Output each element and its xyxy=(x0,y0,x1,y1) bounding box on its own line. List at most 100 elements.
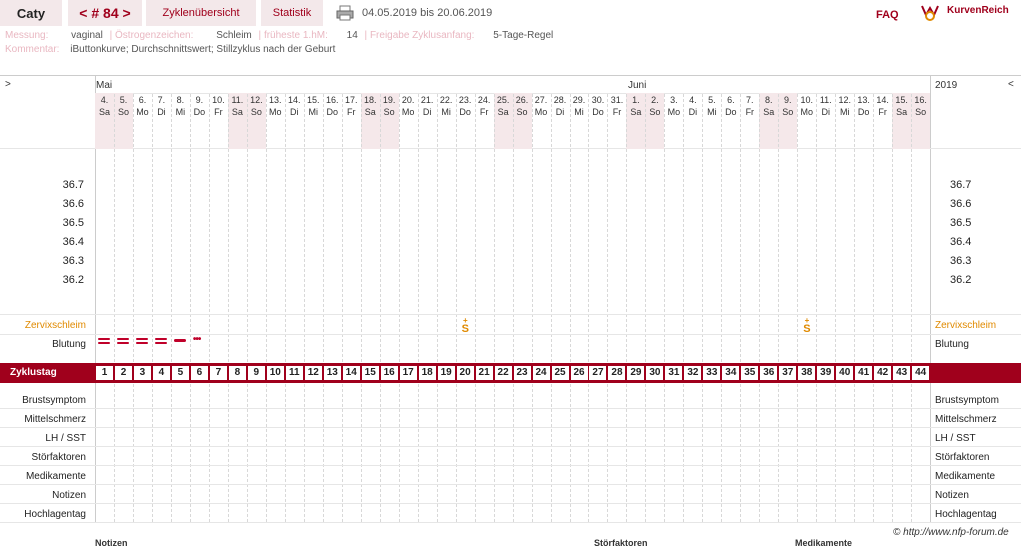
day-header[interactable]: 15. Sa xyxy=(892,94,911,118)
cycle-navigator[interactable]: < # 84 > xyxy=(68,0,142,26)
day-header[interactable]: 1. Sa xyxy=(626,94,645,118)
zyklustag-cell[interactable]: 12 xyxy=(304,366,322,380)
day-header[interactable]: 11. Sa xyxy=(228,94,247,118)
zyklustag-cell[interactable]: 10 xyxy=(266,366,284,380)
day-header[interactable]: 17. Fr xyxy=(342,94,361,118)
day-header[interactable]: 10. Fr xyxy=(209,94,228,118)
zyklustag-cell[interactable]: 39 xyxy=(817,366,835,380)
day-header[interactable]: 31. Fr xyxy=(607,94,626,118)
zyklustag-cell[interactable]: 32 xyxy=(684,366,702,380)
day-header[interactable]: 7. Fr xyxy=(740,94,759,118)
day-header[interactable]: 8. Sa xyxy=(759,94,778,118)
day-header[interactable]: 25. Sa xyxy=(494,94,513,118)
zyklustag-cell[interactable]: 16 xyxy=(380,366,398,380)
day-header[interactable]: 27. Mo xyxy=(532,94,551,118)
day-header[interactable]: 18. Sa xyxy=(361,94,380,118)
day-header[interactable]: 10. Mo xyxy=(797,94,816,118)
bleeding-heavy-mark[interactable] xyxy=(98,338,110,340)
zyklustag-cell[interactable]: 11 xyxy=(285,366,303,380)
day-header[interactable]: 8. Mi xyxy=(171,94,190,118)
zyklustag-cell[interactable]: 43 xyxy=(893,366,911,380)
zyklustag-cell[interactable]: 26 xyxy=(570,366,588,380)
zyklustag-cell[interactable]: 14 xyxy=(342,366,360,380)
bleeding-heavy-mark[interactable] xyxy=(135,338,148,340)
day-header[interactable]: 3. Mo xyxy=(664,94,683,118)
day-header[interactable]: 13. Do xyxy=(854,94,873,118)
zyklustag-cell[interactable]: 21 xyxy=(475,366,493,380)
zyklustag-cell[interactable]: 41 xyxy=(855,366,873,380)
day-header[interactable]: 12. Mi xyxy=(835,94,854,118)
zyklustag-cell[interactable]: 5 xyxy=(171,366,189,380)
faq-link[interactable]: FAQ xyxy=(876,9,899,21)
copyright[interactable]: © http://www.nfp-forum.de xyxy=(893,527,1009,538)
scroll-right-arrow[interactable]: < xyxy=(1008,79,1014,90)
day-header[interactable]: 19. So xyxy=(380,94,399,118)
bleeding-heavy-mark[interactable] xyxy=(154,338,167,340)
day-header[interactable]: 20. Mo xyxy=(399,94,418,118)
day-header[interactable]: 5. Mi xyxy=(702,94,721,118)
zyklustag-cell[interactable]: 27 xyxy=(589,366,607,380)
day-header[interactable]: 6. Mo xyxy=(133,94,152,118)
day-header[interactable]: 5. So xyxy=(114,94,133,118)
zyklustag-cell[interactable]: 1 xyxy=(96,366,113,380)
zyklustag-cell[interactable]: 8 xyxy=(228,366,246,380)
zyklustag-cell[interactable]: 25 xyxy=(551,366,569,380)
tab-zyklenuebersicht[interactable]: Zyklenübersicht xyxy=(146,0,256,26)
zervix-mark[interactable]: + S xyxy=(462,316,469,335)
zyklustag-cell[interactable]: 38 xyxy=(798,366,816,380)
zyklustag-cell[interactable]: 4 xyxy=(152,366,170,380)
zyklustag-cell[interactable]: 22 xyxy=(494,366,512,380)
zyklustag-cell[interactable]: 18 xyxy=(418,366,436,380)
bleeding-heavy-mark[interactable] xyxy=(116,338,129,340)
zyklustag-cell[interactable]: 33 xyxy=(703,366,721,380)
day-header[interactable]: 14. Fr xyxy=(873,94,892,118)
zyklustag-cell[interactable]: 2 xyxy=(114,366,132,380)
zyklustag-cell[interactable]: 42 xyxy=(874,366,892,380)
zyklustag-cell[interactable]: 15 xyxy=(361,366,379,380)
day-header[interactable]: 9. Do xyxy=(190,94,209,118)
day-header[interactable]: 29. Mi xyxy=(570,94,589,118)
day-header[interactable]: 21. Di xyxy=(418,94,437,118)
zyklustag-cell[interactable]: 34 xyxy=(722,366,740,380)
day-header[interactable]: 24. Fr xyxy=(475,94,494,118)
zyklustag-cell[interactable]: 35 xyxy=(741,366,759,380)
zyklustag-cell[interactable]: 17 xyxy=(399,366,417,380)
day-header[interactable]: 22. Mi xyxy=(437,94,456,118)
zervix-mark[interactable]: + S xyxy=(803,316,810,335)
zyklustag-cell[interactable]: 44 xyxy=(912,366,930,380)
day-header[interactable]: 9. So xyxy=(778,94,797,118)
zyklustag-cell[interactable]: 13 xyxy=(323,366,341,380)
day-header[interactable]: 2. So xyxy=(645,94,664,118)
day-header[interactable]: 28. Di xyxy=(551,94,570,118)
zyklustag-cell[interactable]: 7 xyxy=(209,366,227,380)
day-header[interactable]: 6. Do xyxy=(721,94,740,118)
day-header[interactable]: 7. Di xyxy=(152,94,171,118)
zyklustag-cell[interactable]: 36 xyxy=(760,366,778,380)
day-header[interactable]: 23. Do xyxy=(456,94,475,118)
zyklustag-cell[interactable]: 6 xyxy=(190,366,208,380)
zyklustag-cell[interactable]: 30 xyxy=(646,366,664,380)
day-header[interactable]: 4. Di xyxy=(683,94,702,118)
zyklustag-cell[interactable]: 19 xyxy=(437,366,455,380)
tab-statistik[interactable]: Statistik xyxy=(261,0,323,26)
zyklustag-cell[interactable]: 40 xyxy=(836,366,854,380)
zyklustag-cell[interactable]: 9 xyxy=(247,366,265,380)
day-header[interactable]: 13. Mo xyxy=(266,94,285,118)
zyklustag-cell[interactable]: 37 xyxy=(779,366,797,380)
day-header[interactable]: 16. So xyxy=(911,94,930,118)
day-header[interactable]: 4. Sa xyxy=(95,94,114,118)
day-header[interactable]: 16. Do xyxy=(323,94,342,118)
day-header[interactable]: 30. Do xyxy=(588,94,607,118)
bleeding-spotting-mark[interactable]: ••• xyxy=(193,334,201,345)
zyklustag-cell[interactable]: 24 xyxy=(532,366,550,380)
day-header[interactable]: 12. So xyxy=(247,94,266,118)
brand-name[interactable]: KurvenReich xyxy=(947,5,1009,16)
zyklustag-cell[interactable]: 28 xyxy=(608,366,626,380)
day-header[interactable]: 26. So xyxy=(513,94,532,118)
zyklustag-cell[interactable]: 31 xyxy=(665,366,683,380)
day-header[interactable]: 11. Di xyxy=(816,94,835,118)
bleeding-medium-mark[interactable] xyxy=(173,339,186,342)
day-header[interactable]: 15. Mi xyxy=(304,94,323,118)
zyklustag-cell[interactable]: 20 xyxy=(456,366,474,380)
zyklustag-cell[interactable]: 23 xyxy=(513,366,531,380)
